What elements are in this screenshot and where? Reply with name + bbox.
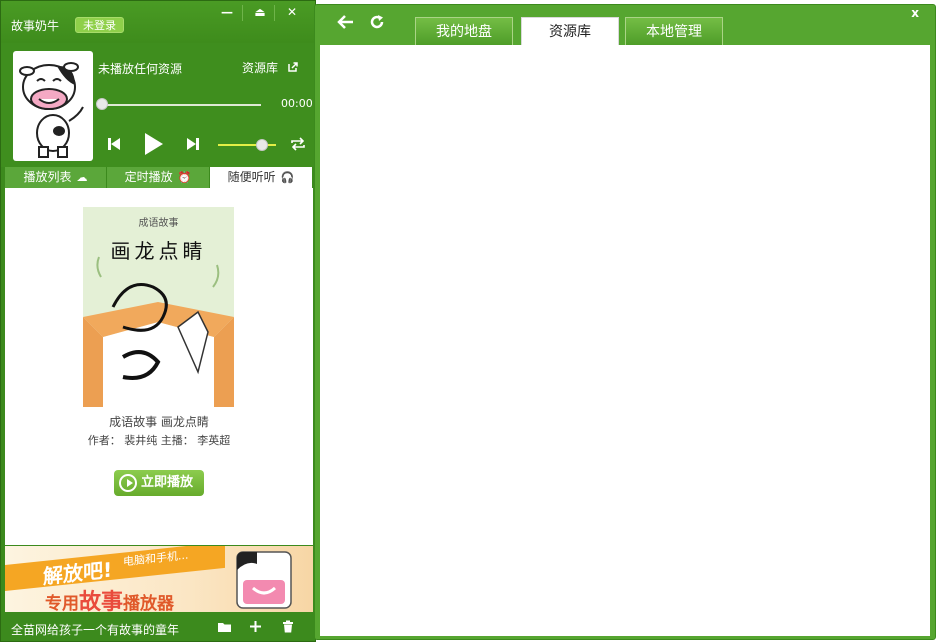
- external-link-icon: [288, 62, 298, 72]
- folder-icon[interactable]: [217, 621, 232, 633]
- player-window: 故事奶牛 未登录 — ⏏ ✕ 未播放任何资源 资源库 00:00 播放列表 ☁ …: [0, 0, 316, 642]
- book-credits: 作者： 裴井纯 主播： 李英超: [5, 432, 313, 448]
- browser-content-area: [320, 45, 930, 636]
- tab-playlist-label: 播放列表: [23, 170, 72, 184]
- book-cover[interactable]: 成语故事 画龙点睛: [83, 207, 234, 407]
- author-name: 裴井纯: [124, 434, 158, 447]
- banner-tagline-suffix: 播放器: [123, 594, 175, 612]
- resource-library-link[interactable]: 资源库: [242, 59, 299, 76]
- tab-random-listen-label: 随便听听: [227, 170, 276, 184]
- resource-library-label: 资源库: [242, 61, 279, 75]
- author-label: 作者：: [87, 434, 121, 447]
- player-tabs: 播放列表 ☁ 定时播放 ⏰ 随便听听 🎧: [5, 167, 313, 188]
- prev-icon[interactable]: [107, 137, 121, 151]
- cow-device-icon: [236, 551, 292, 609]
- cow-avatar: [13, 51, 93, 161]
- next-icon[interactable]: [186, 137, 200, 151]
- tab-local-management[interactable]: 本地管理: [625, 17, 723, 45]
- close-button[interactable]: ✕: [281, 3, 303, 21]
- browser-window: 我的地盘 资源库 本地管理 x: [314, 4, 936, 640]
- tab-resource-library[interactable]: 资源库: [521, 17, 619, 45]
- tab-timer[interactable]: 定时播放 ⏰: [107, 167, 210, 188]
- alarm-icon: ⏰: [177, 171, 192, 184]
- trash-icon[interactable]: [282, 620, 294, 633]
- cloud-icon: ☁: [76, 171, 88, 184]
- player-panel: 未播放任何资源 资源库 00:00: [1, 43, 315, 167]
- footer-slogan: 全苗网给孩子一个有故事的童年: [11, 623, 180, 637]
- host-name: 李英超: [197, 434, 231, 447]
- banner-tagline-prefix: 专用: [45, 594, 79, 612]
- banner-tagline-highlight: 故事: [79, 590, 124, 612]
- book-series-label: 成语故事: [138, 218, 179, 229]
- title-bar: 故事奶牛 未登录 — ⏏ ✕: [1, 1, 315, 43]
- app-title: 故事奶牛: [11, 19, 60, 33]
- headphones-icon: 🎧: [280, 171, 295, 184]
- book-cover-title: 画龙点睛: [110, 239, 207, 263]
- login-status-button[interactable]: 未登录: [75, 17, 124, 33]
- repeat-icon[interactable]: [290, 137, 306, 151]
- title-separator: [242, 5, 243, 21]
- now-playing-label: 未播放任何资源: [98, 62, 183, 76]
- tab-my-space[interactable]: 我的地盘: [415, 17, 513, 45]
- play-icon[interactable]: [143, 132, 165, 156]
- title-separator: [274, 5, 275, 21]
- browser-close-button[interactable]: x: [911, 6, 919, 20]
- promo-banner[interactable]: 解放吧! 电脑和手机... 专用故事播放器: [5, 546, 313, 612]
- banner-tagline: 专用故事播放器: [45, 584, 174, 612]
- add-icon[interactable]: [249, 620, 262, 633]
- play-now-label: 立即播放: [141, 475, 194, 490]
- minimize-button[interactable]: —: [216, 3, 238, 21]
- refresh-icon[interactable]: [369, 14, 385, 30]
- featured-panel: 成语故事 画龙点睛 成语故事 画龙点睛 作者： 裴井纯 主播： 李英超 立即播放: [5, 188, 313, 545]
- host-label: 主播：: [160, 434, 194, 447]
- progress-knob[interactable]: [96, 98, 108, 110]
- back-arrow-icon[interactable]: [337, 14, 355, 30]
- play-circle-icon: [119, 474, 137, 492]
- footer-bar: 全苗网给孩子一个有故事的童年: [1, 613, 315, 641]
- tab-timer-label: 定时播放: [124, 170, 173, 184]
- tab-playlist[interactable]: 播放列表 ☁: [5, 167, 107, 188]
- volume-knob[interactable]: [256, 139, 268, 151]
- play-now-button[interactable]: 立即播放: [114, 470, 204, 496]
- progress-bar[interactable]: [101, 104, 261, 106]
- cow-mascot-icon: [19, 62, 84, 158]
- time-display: 00:00: [281, 97, 313, 110]
- tab-random-listen[interactable]: 随便听听 🎧: [210, 167, 313, 188]
- book-title: 成语故事 画龙点睛: [109, 415, 209, 429]
- mini-mode-button[interactable]: ⏏: [249, 3, 271, 21]
